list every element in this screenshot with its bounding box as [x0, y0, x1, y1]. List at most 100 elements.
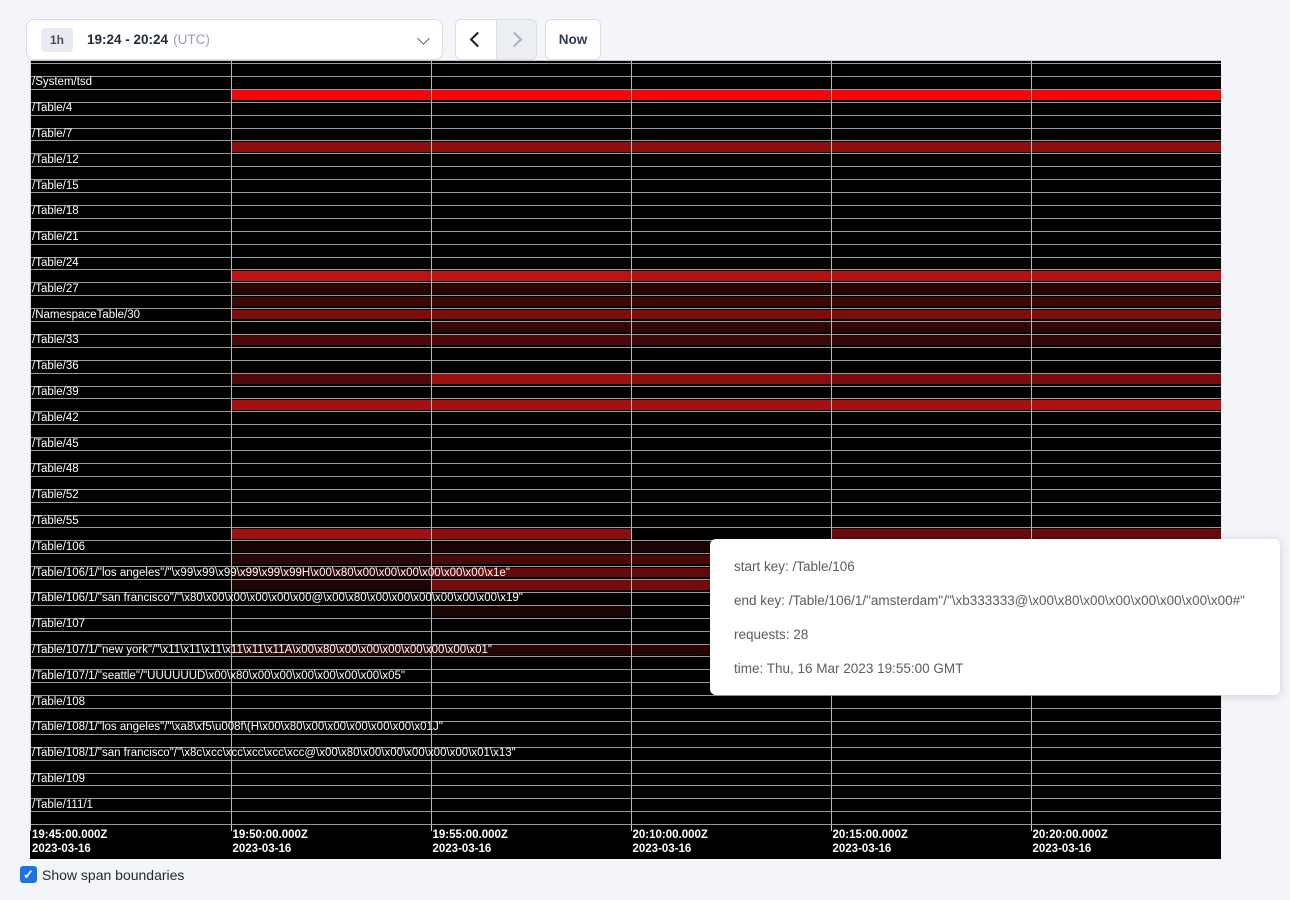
span-boundary-line — [30, 424, 1221, 425]
heat-band — [232, 555, 431, 565]
row-label: /Table/4 — [32, 102, 72, 115]
row-label: /Table/107/1/"seattle"/"UUUUUUD\x00\x80\… — [32, 670, 405, 683]
row-label: /Table/33 — [32, 334, 79, 347]
heat-band — [832, 310, 1031, 320]
span-boundary-line — [30, 773, 1221, 774]
time-gridline — [1031, 61, 1032, 825]
span-boundary-line — [30, 811, 1221, 812]
x-axis-label: 19:55:00.000Z 2023-03-16 — [433, 828, 508, 856]
heat-band — [232, 271, 431, 281]
span-boundary-line — [30, 798, 1221, 799]
heat-band — [232, 529, 431, 539]
time-gridline — [231, 61, 232, 825]
x-axis-tick — [831, 825, 832, 831]
row-label: /NamespaceTable/30 — [32, 309, 140, 322]
span-boundary-line — [30, 269, 1221, 270]
span-boundary-line — [30, 192, 1221, 193]
span-boundary-line — [30, 257, 1221, 258]
row-label: /Table/108/1/"los angeles"/"\xa8\xf5\u00… — [32, 721, 443, 734]
time-range-badge: 1h — [41, 28, 73, 52]
row-label: /Table/106 — [32, 541, 85, 554]
heat-band — [232, 297, 431, 307]
heat-band — [1032, 374, 1222, 384]
row-label: /Table/111/1 — [32, 799, 93, 812]
heat-band — [632, 322, 831, 332]
row-label: /Table/107/1/"new york"/"\x11\x11\x11\x1… — [32, 644, 492, 657]
heat-band — [632, 142, 831, 152]
span-boundary-line — [30, 308, 1221, 309]
row-label: /Table/52 — [32, 489, 79, 502]
heat-band — [432, 271, 631, 281]
row-label: /Table/55 — [32, 515, 79, 528]
tooltip-line: end key: /Table/106/1/"amsterdam"/"\xb33… — [734, 590, 1256, 611]
heat-band — [1032, 142, 1222, 152]
span-boundary-line — [30, 695, 1221, 696]
time-range-dropdown[interactable]: 1h 19:24 - 20:24 (UTC) — [26, 19, 443, 60]
heat-band — [1032, 322, 1222, 332]
heat-band — [232, 284, 431, 294]
next-range-button[interactable] — [496, 20, 537, 59]
prev-range-button[interactable] — [456, 20, 496, 59]
row-label: /Table/21 — [32, 231, 79, 244]
x-axis-label: 20:20:00.000Z 2023-03-16 — [1033, 828, 1108, 856]
row-label: /Table/108/1/"san francisco"/"\x8c\xcc\x… — [32, 747, 516, 760]
row-label: /Table/15 — [32, 180, 79, 193]
x-axis-tick — [1031, 825, 1032, 831]
chevron-left-icon — [470, 32, 486, 48]
span-boundary-line — [30, 411, 1221, 412]
heat-band — [832, 90, 1031, 100]
x-axis-tick — [30, 825, 31, 831]
heat-band — [1032, 297, 1222, 307]
heat-band — [232, 374, 431, 384]
now-button[interactable]: Now — [545, 19, 601, 60]
heat-band — [832, 529, 1031, 539]
heat-band — [632, 400, 831, 410]
heat-band — [1032, 529, 1222, 539]
row-label: /Table/36 — [32, 360, 79, 373]
heat-band — [432, 322, 631, 332]
span-boundary-line — [30, 334, 1221, 335]
row-label: /Table/18 — [32, 205, 79, 218]
row-label: /Table/45 — [32, 438, 79, 451]
time-gridline — [631, 61, 632, 825]
heat-band — [832, 142, 1031, 152]
span-boundary-line — [30, 244, 1221, 245]
heat-band — [1032, 90, 1222, 100]
key-visualizer-canvas[interactable]: /System/tsd/Table/4/Table/7/Table/12/Tab… — [30, 60, 1221, 859]
heat-band — [232, 542, 431, 552]
heat-band — [432, 374, 631, 384]
heat-band — [632, 271, 831, 281]
heat-band — [832, 284, 1031, 294]
x-axis-label: 20:15:00.000Z 2023-03-16 — [833, 828, 908, 856]
heat-band — [232, 90, 431, 100]
chevron-down-icon — [417, 32, 430, 45]
span-boundary-line — [30, 489, 1221, 490]
span-boundary-line — [30, 128, 1221, 129]
span-boundary-line — [30, 218, 1221, 219]
x-axis-tick — [431, 825, 432, 831]
span-boundary-line — [30, 527, 1221, 528]
heat-band — [232, 400, 431, 410]
heat-band — [1032, 284, 1222, 294]
heat-band — [832, 271, 1031, 281]
span-boundary-line — [30, 115, 1221, 116]
row-label: /Table/27 — [32, 283, 79, 296]
heat-band — [632, 310, 831, 320]
span-boundary-line — [30, 231, 1221, 232]
row-label: /System/tsd — [32, 76, 92, 89]
span-boundary-line — [30, 450, 1221, 451]
x-axis-label: 20:10:00.000Z 2023-03-16 — [633, 828, 708, 856]
span-boundary-line — [30, 347, 1221, 348]
row-label: /Table/109 — [32, 773, 85, 786]
time-range-label: 19:24 - 20:24 — [87, 32, 168, 47]
row-label: /Table/108 — [32, 696, 85, 709]
heat-band — [632, 335, 831, 345]
show-span-boundaries-checkbox[interactable]: ✓ — [20, 866, 37, 883]
span-boundary-line — [30, 398, 1221, 399]
tooltip-line: requests: 28 — [734, 624, 1256, 645]
heat-band — [432, 400, 631, 410]
heat-band — [232, 142, 431, 152]
heat-band — [432, 142, 631, 152]
span-boundary-line — [30, 282, 1221, 283]
x-axis-tick — [231, 825, 232, 831]
